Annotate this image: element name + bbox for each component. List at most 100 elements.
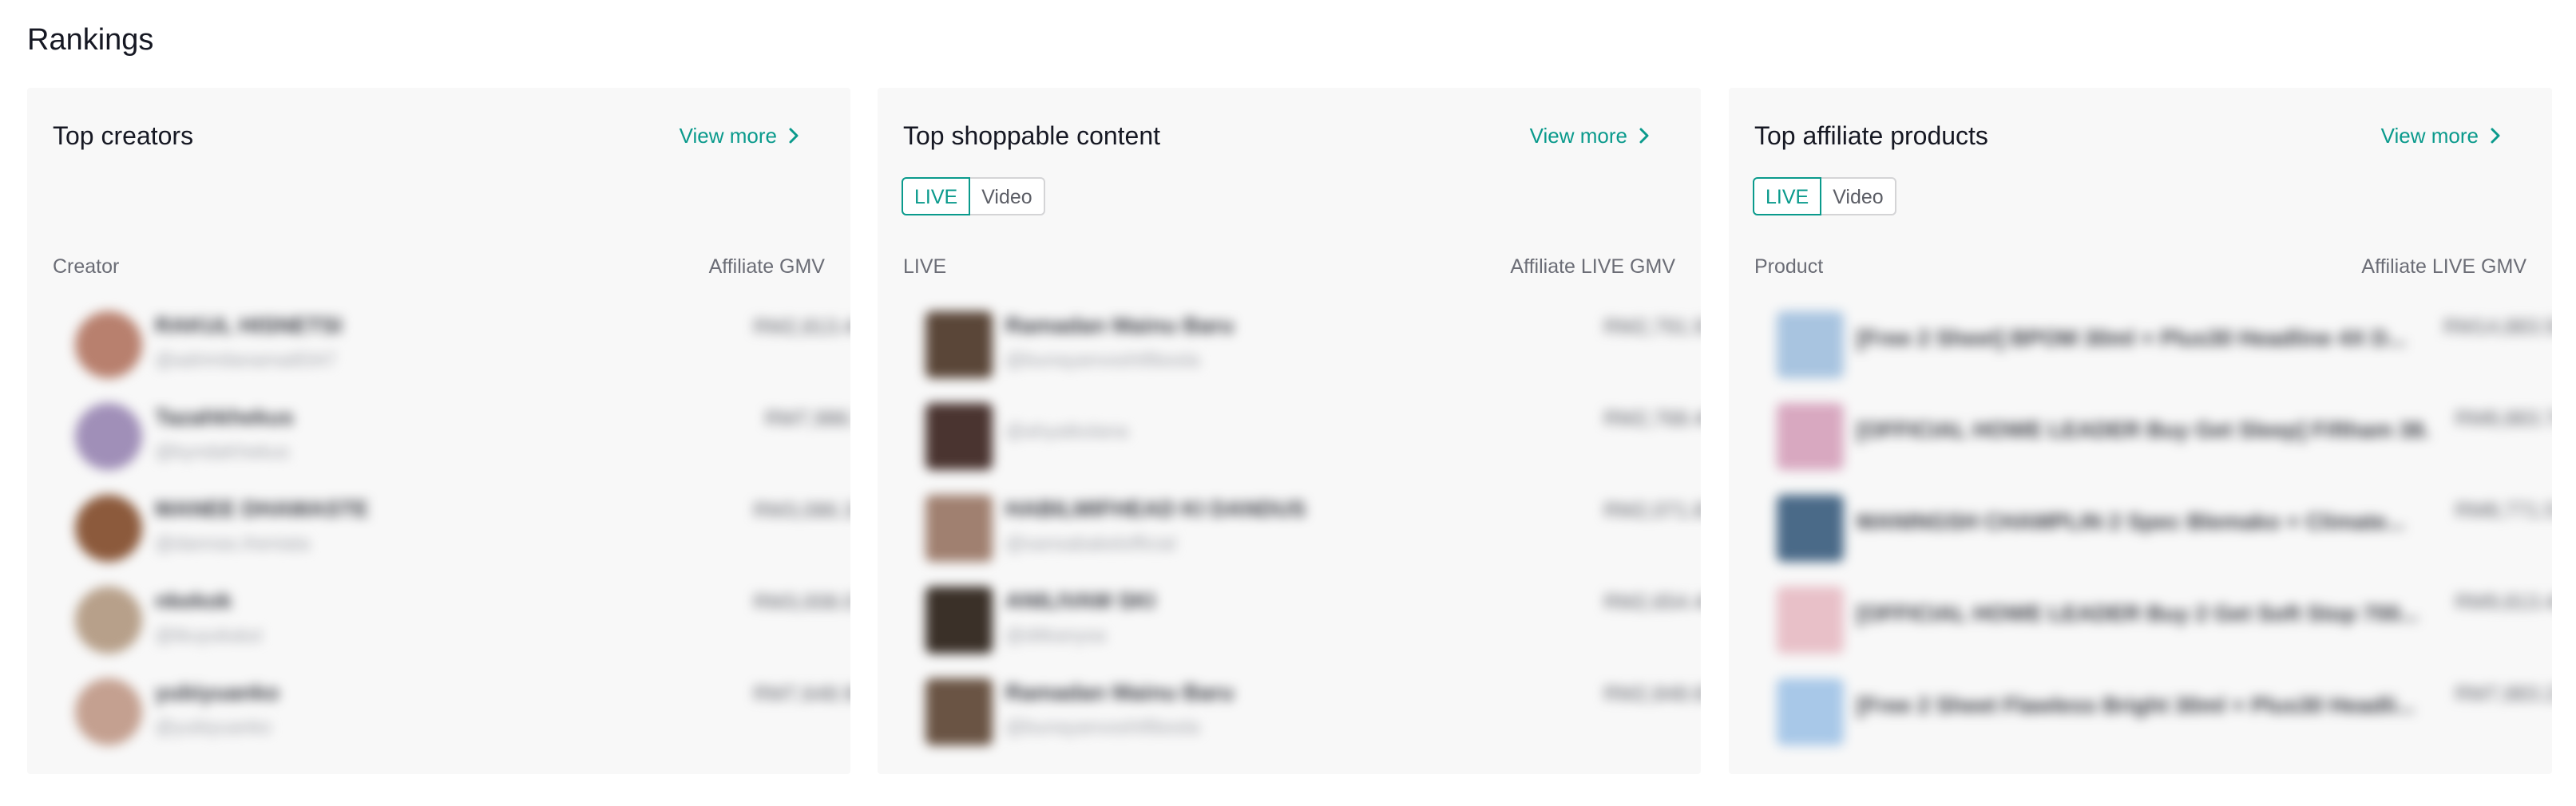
row-value: RM2,813.49 <box>753 314 850 338</box>
row-title: MANEE DHAMASTE <box>155 496 369 521</box>
list-item[interactable]: [Free 2 Sheet] BPOM 30ml + Plus30 Headli… <box>1777 302 2552 389</box>
list-item[interactable]: @ahyatkolana RM2,768.46 <box>925 393 1701 481</box>
product-thumbnail <box>1777 495 1844 562</box>
view-more-label: View more <box>679 124 777 148</box>
row-value: RM14,883.50 <box>2443 314 2552 338</box>
product-thumbnail <box>1777 311 1844 378</box>
live-thumbnail <box>925 495 993 562</box>
avatar <box>75 678 142 745</box>
list-item[interactable]: Tazahkhekus @kyndaKhekus RM7,986.7 <box>75 393 850 481</box>
row-value: RM2,654.46 <box>1603 590 1701 614</box>
top-affiliate-products-card: Top affiliate products View more LIVE Vi… <box>1729 88 2552 774</box>
top-creators-card: Top creators View more Creator Affiliate… <box>27 88 850 774</box>
row-subtitle: @kyndaKhekus <box>155 441 290 463</box>
live-thumbnail <box>925 311 993 378</box>
ranking-list: [Free 2 Sheet] BPOM 30ml + Plus30 Headli… <box>1777 302 2552 765</box>
row-subtitle: @ahyatkolana <box>1005 421 1128 442</box>
chevron-right-icon <box>788 120 804 152</box>
page-title: Rankings <box>27 23 154 57</box>
avatar <box>75 495 142 562</box>
list-item[interactable]: [OFFICIAL HOWE LEADER Buy 2 Get Soft Sto… <box>1777 577 2552 665</box>
chevron-right-icon <box>1639 120 1655 152</box>
row-value: RM2,071.83 <box>1603 498 1701 522</box>
row-subtitle: @adrimilanamai8347 <box>155 350 337 371</box>
ranking-list: Ramadan Mainu Baru @bunayanvoshtfibosla … <box>925 302 1701 765</box>
column-header-live: LIVE <box>903 255 947 278</box>
view-more-label: View more <box>2380 124 2479 148</box>
ranking-list: RAKUL HISNETSI @adrimilanamai8347 RM2,81… <box>75 302 850 765</box>
view-more-creators-link[interactable]: View more <box>680 120 804 152</box>
row-title: Ramadan Mainu Baru <box>1005 313 1234 338</box>
row-title: RAKUL HISNETSI <box>155 313 343 338</box>
row-subtitle: @bunayanvoshtfibosla <box>1005 350 1200 371</box>
row-value: RM2,791.93 <box>1603 314 1701 338</box>
row-value: RM2,768.46 <box>1603 406 1701 430</box>
list-item[interactable]: HABILMIFHEAD KI DANDUS @sansabakeloffici… <box>925 485 1701 573</box>
row-subtitle: @dannas.iheniata <box>155 533 310 555</box>
content-type-toggle: LIVE Video <box>902 177 1045 215</box>
row-title: [Free 2 Sheet] BPOM 30ml + Plus30 Headli… <box>1857 326 2407 350</box>
row-value: RM8,883.78 <box>2455 406 2552 430</box>
segment-video[interactable]: Video <box>969 177 1045 215</box>
list-item[interactable]: ANILIVAM SKI @ditkanysa RM2,654.46 <box>925 577 1701 665</box>
row-title: yubiyuanko <box>155 680 279 705</box>
list-item[interactable]: Ramadan Mainu Baru @bunayanvoshtfibosla … <box>925 302 1701 389</box>
row-subtitle: @bunayanvoshtfibosla <box>1005 717 1200 738</box>
column-header-creator: Creator <box>53 255 120 278</box>
column-header-product: Product <box>1754 255 1824 278</box>
product-thumbnail <box>1777 403 1844 470</box>
list-item[interactable]: MANINGSH CHAMPLIN 2 Spec Blemako + Clima… <box>1777 485 2552 573</box>
row-value: RM2,848.65 <box>1603 682 1701 705</box>
row-value: RM3,008.07 <box>753 590 850 614</box>
avatar <box>75 587 142 654</box>
row-value: RM7,986.7 <box>764 406 850 430</box>
row-title: MANINGSH CHAMPLIN 2 Spec Blemako + Clima… <box>1857 509 2405 534</box>
row-subtitle: @tkuyukatut <box>155 625 262 646</box>
list-item[interactable]: yubiyuanko @yubiyuanko RM7,648.90 <box>75 669 850 757</box>
view-more-label: View more <box>1529 124 1627 148</box>
chevron-right-icon <box>2490 120 2506 152</box>
content-type-toggle: LIVE Video <box>1753 177 1896 215</box>
product-thumbnail <box>1777 678 1844 745</box>
avatar <box>75 403 142 470</box>
row-title: Tazahkhekus <box>155 405 294 429</box>
row-value: RM7,883.22 <box>2455 682 2552 705</box>
segment-video[interactable]: Video <box>1820 177 1896 215</box>
row-title: nkekok <box>155 588 232 613</box>
list-item[interactable]: RAKUL HISNETSI @adrimilanamai8347 RM2,81… <box>75 302 850 389</box>
row-subtitle: @sansabakelofficial <box>1005 533 1176 555</box>
card-title: Top creators <box>53 121 194 150</box>
row-title: Ramadan Mainu Baru <box>1005 680 1234 705</box>
view-more-content-link[interactable]: View more <box>1530 120 1655 152</box>
row-value: RM8,771.57 <box>2455 498 2552 522</box>
row-title: ANILIVAM SKI <box>1005 588 1155 613</box>
row-value: RM9,813.48 <box>2455 590 2552 614</box>
live-thumbnail <box>925 403 993 470</box>
row-title: [Free 2 Sheet Flawless Bright 30ml + Plu… <box>1857 693 2415 717</box>
list-item[interactable]: [Free 2 Sheet Flawless Bright 30ml + Plu… <box>1777 669 2552 757</box>
view-more-products-link[interactable]: View more <box>2381 120 2506 152</box>
row-title: [OFFICIAL HOWE LEADER Buy Get Sleep] Fif… <box>1857 417 2431 442</box>
row-title: [OFFICIAL HOWE LEADER Buy 2 Get Soft Sto… <box>1857 601 2419 626</box>
column-header-affiliate-live-gmv: Affiliate LIVE GMV <box>2361 255 2526 278</box>
column-header-affiliate-live-gmv: Affiliate LIVE GMV <box>1510 255 1675 278</box>
rankings-cards: Top creators View more Creator Affiliate… <box>27 88 2552 774</box>
list-item[interactable]: MANEE DHAMASTE @dannas.iheniata RM3,086.… <box>75 485 850 573</box>
top-shoppable-content-card: Top shoppable content View more LIVE Vid… <box>878 88 1701 774</box>
segment-live[interactable]: LIVE <box>902 177 971 215</box>
row-value: RM7,648.90 <box>753 682 850 705</box>
card-title: Top shoppable content <box>903 121 1161 150</box>
list-item[interactable]: [OFFICIAL HOWE LEADER Buy Get Sleep] Fif… <box>1777 393 2552 481</box>
list-item[interactable]: Ramadan Mainu Baru @bunayanvoshtfibosla … <box>925 669 1701 757</box>
column-header-affiliate-gmv: Affiliate GMV <box>708 255 825 278</box>
row-title: HABILMIFHEAD KI DANDUS <box>1005 496 1306 521</box>
row-subtitle: @ditkanysa <box>1005 625 1106 646</box>
live-thumbnail <box>925 587 993 654</box>
live-thumbnail <box>925 678 993 745</box>
segment-live[interactable]: LIVE <box>1753 177 1822 215</box>
product-thumbnail <box>1777 587 1844 654</box>
avatar <box>75 311 142 378</box>
row-subtitle: @yubiyuanko <box>155 717 271 738</box>
card-title: Top affiliate products <box>1754 121 1988 150</box>
list-item[interactable]: nkekok @tkuyukatut RM3,008.07 <box>75 577 850 665</box>
